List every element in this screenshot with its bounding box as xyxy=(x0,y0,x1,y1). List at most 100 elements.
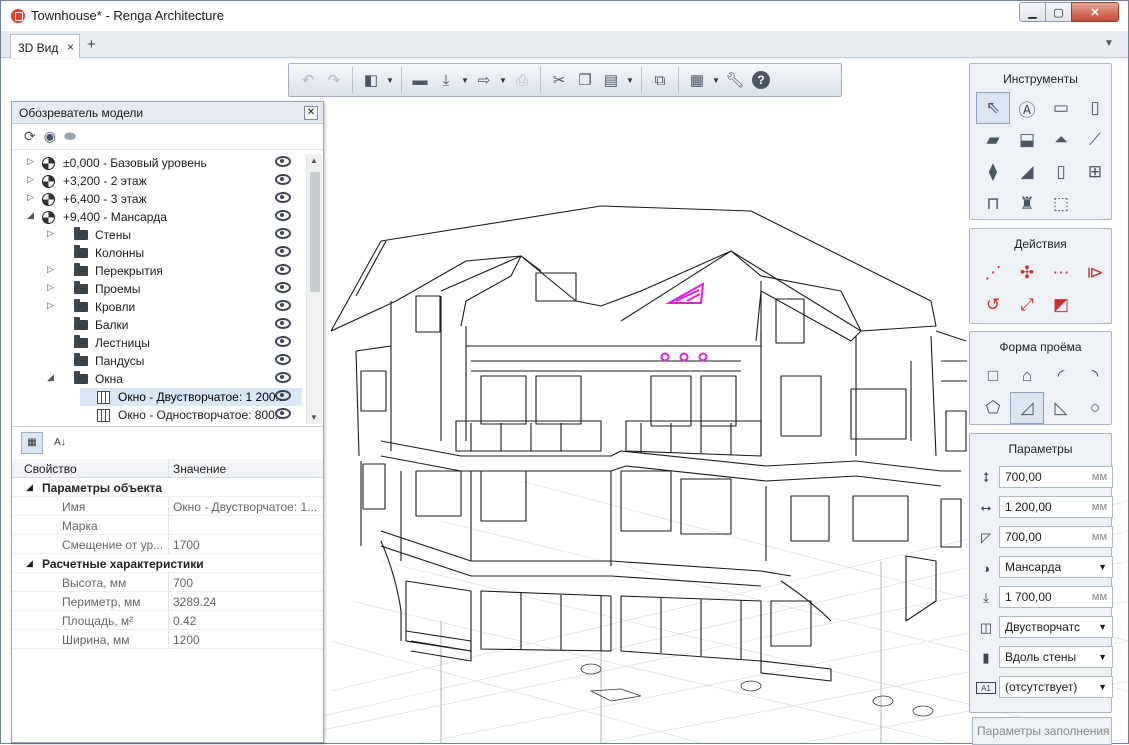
collapse-chevron-icon[interactable]: ◢ xyxy=(26,558,33,569)
railing-tool-icon[interactable]: ⊓ xyxy=(976,188,1010,220)
expand-chevron-icon[interactable]: ▷ xyxy=(47,228,54,239)
door-tool-icon[interactable]: ▯ xyxy=(1044,156,1078,188)
tab-close-icon[interactable]: × xyxy=(67,40,74,54)
tree-node[interactable]: ▷ +6,400 - 3 этаж xyxy=(12,190,306,208)
minimize-button[interactable]: ▁ xyxy=(1019,2,1046,22)
chevron-down-icon[interactable]: ▼ xyxy=(1098,652,1107,662)
chevron-down-icon[interactable]: ▼ xyxy=(1098,622,1107,632)
tree-node[interactable]: ▷ ±0,000 - Базовый уровень xyxy=(12,154,306,172)
slab-tool-icon[interactable]: ▰ xyxy=(976,124,1010,156)
shape-arch-icon[interactable]: ⌂ xyxy=(1010,360,1044,392)
collapse-chevron-icon[interactable]: ◢ xyxy=(26,482,33,493)
mirror-action-icon[interactable]: ⧐ xyxy=(1078,257,1112,289)
distribute-action-icon[interactable]: ⋯ xyxy=(1044,257,1078,289)
collapse-chevron-icon[interactable]: ◢ xyxy=(47,372,54,383)
copy-action-icon[interactable]: ◩ xyxy=(1044,289,1078,321)
visibility-eye-icon[interactable] xyxy=(275,408,291,419)
tree-node[interactable]: ◢ Окна xyxy=(12,370,306,388)
tree-node[interactable]: Пандусы xyxy=(12,352,306,370)
alignment-select[interactable]: Вдоль стены ▼ xyxy=(999,646,1113,668)
tree-node[interactable]: ▷ Стены xyxy=(12,226,306,244)
tree-node[interactable]: Окно - Одностворчатое: 800... xyxy=(12,406,306,424)
visibility-eye-icon[interactable] xyxy=(275,210,291,221)
visibility-eye-icon[interactable] xyxy=(275,246,291,257)
stair-tool-icon[interactable]: ⧫ xyxy=(976,156,1010,188)
display-chevron-down-icon[interactable]: ▼ xyxy=(710,76,722,85)
visibility-eye-icon[interactable]: ◉ xyxy=(44,128,56,145)
export-icon[interactable]: ⇨ xyxy=(471,67,497,93)
expand-chevron-icon[interactable]: ▷ xyxy=(47,300,54,311)
isolate-icon[interactable]: ⬬ xyxy=(64,128,76,145)
align-action-icon[interactable]: ⤢ xyxy=(1010,289,1044,321)
redo-icon[interactable]: ↷ xyxy=(321,67,347,93)
window-type-select[interactable]: Двустворчатс ▼ xyxy=(999,616,1113,638)
shape-quarter-arc-icon[interactable]: ◜ xyxy=(1044,360,1078,392)
expand-chevron-icon[interactable]: ▷ xyxy=(27,174,34,185)
save-icon[interactable]: ⤓ xyxy=(433,67,459,93)
shape-sloped-icon[interactable]: ◺ xyxy=(1044,392,1078,424)
tab-3d-view[interactable]: 3D Вид × xyxy=(10,34,80,58)
shape-quarter-arc-right-icon[interactable]: ◝ xyxy=(1078,360,1112,392)
view-cube-icon[interactable]: ◧ xyxy=(358,67,384,93)
visibility-eye-icon[interactable] xyxy=(275,336,291,347)
move-action-icon[interactable]: ⋰ xyxy=(976,257,1010,289)
sort-alphabetical-icon[interactable]: A↓ xyxy=(49,432,71,454)
depth-field[interactable]: 700,00 мм xyxy=(999,526,1113,548)
undo-icon[interactable]: ↶ xyxy=(295,67,321,93)
tree-scrollbar[interactable]: ▲ ▼ xyxy=(306,154,322,424)
select-tool-icon[interactable]: ⇖ xyxy=(976,92,1010,124)
tree-node[interactable]: ▷ +3,200 - 2 этаж xyxy=(12,172,306,190)
cut-icon[interactable]: ✂ xyxy=(546,67,572,93)
equipment-tool-icon[interactable]: ♜ xyxy=(1010,188,1044,220)
save-chevron-down-icon[interactable]: ▼ xyxy=(459,76,471,85)
visibility-eye-icon[interactable] xyxy=(275,282,291,293)
refresh-icon[interactable]: ⟳ xyxy=(24,128,36,145)
property-group[interactable]: ◢ Параметры объекта xyxy=(12,478,323,497)
tree-node[interactable]: ▷ Перекрытия xyxy=(12,262,306,280)
tree-node[interactable]: ◢ +9,400 - Мансарда xyxy=(12,208,306,226)
panel-close-icon[interactable]: ✕ xyxy=(304,106,318,120)
add-tab-button[interactable]: + xyxy=(87,36,96,53)
collapse-chevron-icon[interactable]: ◢ xyxy=(27,210,34,221)
visibility-eye-icon[interactable] xyxy=(275,318,291,329)
beam-tool-icon[interactable]: ⟋ xyxy=(1078,124,1112,156)
shape-circle-icon[interactable]: ○ xyxy=(1078,392,1112,424)
visibility-eye-icon[interactable] xyxy=(275,264,291,275)
window-tool-icon[interactable]: ⊞ xyxy=(1078,156,1112,188)
visibility-eye-icon[interactable] xyxy=(275,174,291,185)
display-settings-icon[interactable]: ▦ xyxy=(684,67,710,93)
paste-icon[interactable]: ▤ xyxy=(598,67,624,93)
shape-rectangle-icon[interactable]: □ xyxy=(976,360,1010,392)
tree-node[interactable]: ▷ Проемы xyxy=(12,280,306,298)
offset-field[interactable]: 1 700,00 мм xyxy=(999,586,1113,608)
shape-pentagon-icon[interactable]: ⬠ xyxy=(976,392,1010,424)
close-window-button[interactable]: ✕ xyxy=(1071,2,1119,22)
help-icon[interactable]: ? xyxy=(748,67,774,93)
copy-icon[interactable]: ❐ xyxy=(572,67,598,93)
expand-chevron-icon[interactable]: ▷ xyxy=(47,282,54,293)
expand-chevron-icon[interactable]: ▷ xyxy=(27,192,34,203)
expand-chevron-icon[interactable]: ▷ xyxy=(47,264,54,275)
visibility-eye-icon[interactable] xyxy=(275,372,291,383)
group-by-category-icon[interactable]: ▦ xyxy=(21,431,43,454)
ramp-tool-icon[interactable]: ◢ xyxy=(1010,156,1044,188)
wrench-icon[interactable]: 🔧︎ xyxy=(722,67,748,93)
visibility-eye-icon[interactable] xyxy=(275,192,291,203)
paste-chevron-down-icon[interactable]: ▼ xyxy=(624,76,636,85)
tree-node[interactable]: ▷ Кровли xyxy=(12,298,306,316)
tree-node[interactable]: Колонны xyxy=(12,244,306,262)
width-field[interactable]: 1 200,00 мм xyxy=(999,496,1113,518)
maximize-button[interactable]: ▢ xyxy=(1045,2,1072,22)
wall-rect-tool-icon[interactable]: ▭ xyxy=(1044,92,1078,124)
tree-node[interactable]: Балки xyxy=(12,316,306,334)
chevron-down-icon[interactable]: ▼ xyxy=(1098,562,1107,572)
opening-tool-icon[interactable]: ⬓ xyxy=(1010,124,1044,156)
view-chevron-down-icon[interactable]: ▼ xyxy=(384,76,396,85)
level-select[interactable]: Мансарда ▼ xyxy=(999,556,1113,578)
tree-node[interactable]: Лестницы xyxy=(12,334,306,352)
visibility-eye-icon[interactable] xyxy=(275,354,291,365)
visibility-eye-icon[interactable] xyxy=(275,300,291,311)
shape-trapezoid-icon[interactable]: ◿ xyxy=(1010,392,1044,424)
height-field[interactable]: 700,00 мм xyxy=(999,466,1113,488)
export-chevron-down-icon[interactable]: ▼ xyxy=(497,76,509,85)
